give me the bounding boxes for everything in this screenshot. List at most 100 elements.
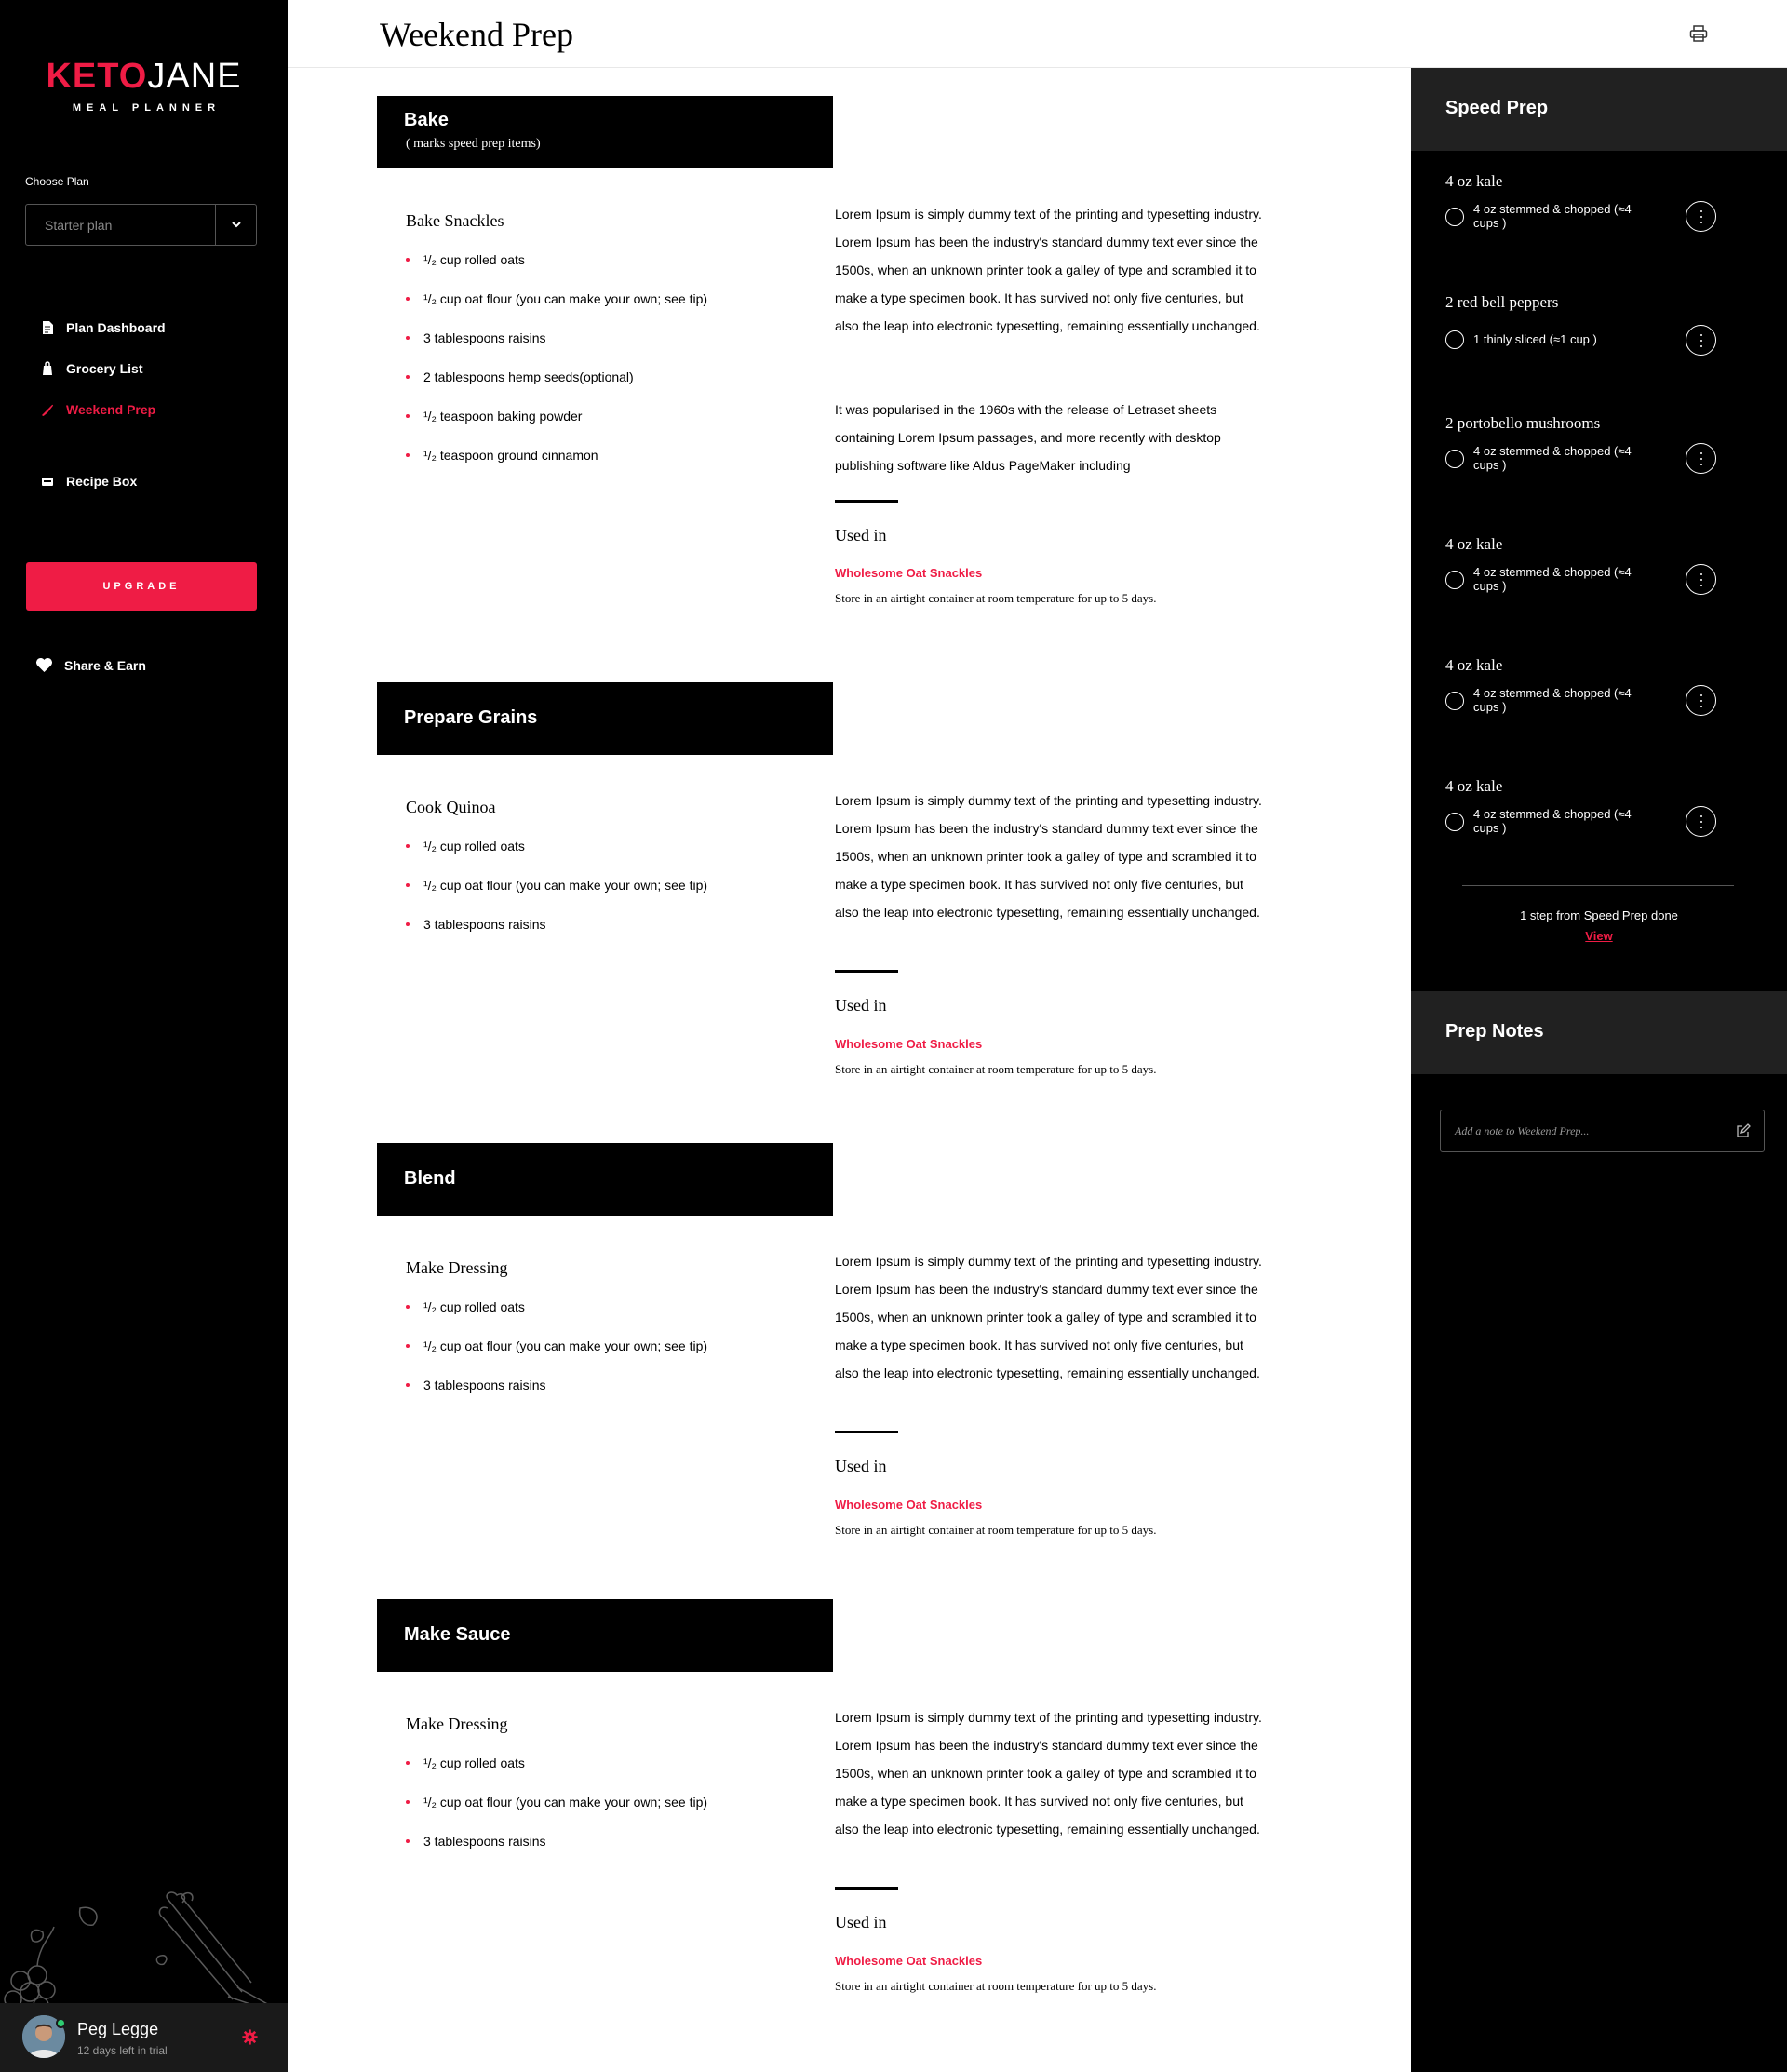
speed-prep-item-name: 4 oz kale — [1445, 777, 1503, 795]
document-icon — [43, 321, 53, 334]
grocery-bag-icon — [43, 361, 52, 375]
speed-prep-checkbox[interactable] — [1445, 208, 1464, 226]
section-header: Prepare Grains — [377, 682, 833, 755]
description-paragraph: Lorem Ipsum is simply dummy text of the … — [835, 207, 1262, 333]
plan-label: Choose Plan — [25, 175, 89, 188]
user-name: Peg Legge — [77, 2020, 159, 2038]
speed-prep-item-detail: 4 oz stemmed & chopped (≈4 cups ) — [1473, 807, 1632, 835]
used-in-label: Used in — [835, 526, 887, 545]
recipe-title: Bake Snackles — [406, 211, 504, 230]
speed-prep-item: 4 oz kale 4 oz stemmed & chopped (≈4 cup… — [1411, 172, 1787, 293]
speed-prep-checkbox[interactable] — [1445, 813, 1464, 831]
ingredient-item: ¹/₂ teaspoon baking powder — [406, 407, 707, 446]
storage-note: Store in an airtight container at room t… — [835, 591, 1157, 605]
section-title: Prepare Grains — [404, 707, 538, 728]
plan-select-value: Starter plan — [45, 218, 113, 233]
section-header: Blend — [377, 1143, 833, 1216]
ingredient-item: ¹/₂ cup oat flour (you can make your own… — [406, 1793, 707, 1832]
more-options-icon[interactable] — [1686, 564, 1716, 595]
user-bar: Peg Legge 12 days left in trial — [0, 2003, 288, 2072]
nav-item-label: Plan Dashboard — [66, 320, 166, 335]
ingredient-item: ¹/₂ cup oat flour (you can make your own… — [406, 876, 707, 915]
speed-prep-header: Speed Prep — [1411, 68, 1787, 151]
speed-prep-item: 2 red bell peppers 1 thinly sliced (≈1 c… — [1411, 293, 1787, 414]
speed-prep-checkbox[interactable] — [1445, 692, 1464, 710]
ingredient-list: ¹/₂ cup rolled oats ¹/₂ cup oat flour (y… — [406, 250, 707, 485]
storage-note: Store in an airtight container at room t… — [835, 1062, 1157, 1076]
more-options-icon[interactable] — [1686, 325, 1716, 356]
plan-select[interactable]: Starter plan — [25, 204, 257, 246]
gear-icon[interactable] — [242, 2029, 258, 2045]
print-icon[interactable] — [1689, 25, 1708, 42]
more-options-icon[interactable] — [1686, 806, 1716, 837]
prep-notes-header: Prep Notes — [1411, 991, 1787, 1074]
nav-item-recipe-box[interactable]: Recipe Box — [41, 474, 137, 489]
ingredient-item: ¹/₂ teaspoon ground cinnamon — [406, 446, 707, 485]
used-in-recipe-link[interactable]: Wholesome Oat Snackles — [835, 1954, 982, 1968]
description-paragraph: Lorem Ipsum is simply dummy text of the … — [835, 1710, 1262, 1837]
nav-item-label: Recipe Box — [66, 474, 138, 489]
speed-prep-item-name: 2 portobello mushrooms — [1445, 414, 1601, 432]
ingredient-item: ¹/₂ cup rolled oats — [406, 1298, 707, 1337]
logo-jane: JANE — [147, 57, 242, 96]
recipe-title: Make Dressing — [406, 1715, 508, 1733]
prep-note-placeholder: Add a note to Weekend Prep... — [1455, 1124, 1590, 1137]
used-in-recipe-link[interactable]: Wholesome Oat Snackles — [835, 566, 982, 580]
more-options-icon[interactable] — [1686, 685, 1716, 716]
logo-keto: KETO — [46, 57, 148, 96]
ingredient-item: ¹/₂ cup rolled oats — [406, 1754, 707, 1793]
speed-prep-item-name: 4 oz kale — [1445, 656, 1503, 674]
speed-prep-item-name: 4 oz kale — [1445, 172, 1503, 190]
trial-status: 12 days left in trial — [77, 2044, 168, 2057]
right-panel: Speed Prep 4 oz kale 4 oz stemmed & chop… — [1411, 68, 1787, 2072]
ingredient-item: 2 tablespoons hemp seeds(optional) — [406, 368, 707, 407]
share-earn-label: Share & Earn — [64, 657, 146, 673]
description-paragraph: Lorem Ipsum is simply dummy text of the … — [835, 793, 1262, 920]
speed-prep-item-detail: 4 oz stemmed & chopped (≈4 cups ) — [1473, 565, 1632, 593]
logo-subtitle: MEAL PLANNER — [72, 102, 222, 114]
nav-item-grocery-list[interactable]: Grocery List — [41, 361, 142, 376]
plan-select-toggle[interactable] — [215, 205, 256, 245]
storage-note: Store in an airtight container at room t… — [835, 1979, 1157, 1993]
description-paragraph: It was popularised in the 1960s with the… — [835, 402, 1221, 473]
speed-prep-divider — [1462, 885, 1734, 886]
prep-notes-title: Prep Notes — [1445, 1021, 1544, 1042]
share-earn-link[interactable]: Share & Earn — [35, 657, 146, 673]
used-in-recipe-link[interactable]: Wholesome Oat Snackles — [835, 1037, 982, 1051]
used-in-recipe-link[interactable]: Wholesome Oat Snackles — [835, 1498, 982, 1512]
nav-item-label: Grocery List — [66, 361, 143, 376]
section-header: Make Sauce — [377, 1599, 833, 1672]
ingredient-list: ¹/₂ cup rolled oats ¹/₂ cup oat flour (y… — [406, 1298, 707, 1415]
ingredient-item: ¹/₂ cup oat flour (you can make your own… — [406, 1337, 707, 1376]
speed-prep-checkbox[interactable] — [1445, 330, 1464, 349]
nav-item-label: Weekend Prep — [66, 402, 156, 417]
speed-prep-view-link[interactable]: View — [1411, 929, 1787, 943]
ingredient-item: 3 tablespoons raisins — [406, 329, 707, 368]
upgrade-button[interactable]: UPGRADE — [26, 562, 257, 611]
vegetable-illustration — [4, 1891, 280, 2011]
section-title: Blend — [404, 1168, 456, 1189]
more-options-icon[interactable] — [1686, 201, 1716, 232]
speed-prep-checkbox[interactable] — [1445, 450, 1464, 468]
speed-prep-item-name: 2 red bell peppers — [1445, 293, 1559, 311]
speed-prep-item-detail: 4 oz stemmed & chopped (≈4 cups ) — [1473, 202, 1632, 230]
nav-item-weekend-prep[interactable]: Weekend Prep — [41, 402, 155, 417]
speed-prep-item: 4 oz kale 4 oz stemmed & chopped (≈4 cup… — [1411, 777, 1787, 898]
page-title: Weekend Prep — [380, 16, 574, 53]
used-in-label: Used in — [835, 996, 887, 1015]
speed-prep-item-detail: 4 oz stemmed & chopped (≈4 cups ) — [1473, 686, 1632, 714]
brand-logo[interactable]: KETOJANE MEAL PLANNER — [0, 56, 288, 114]
more-options-icon[interactable] — [1686, 443, 1716, 474]
speed-prep-checkbox[interactable] — [1445, 571, 1464, 589]
prep-note-input[interactable]: Add a note to Weekend Prep... — [1440, 1110, 1765, 1152]
ingredient-item: 3 tablespoons raisins — [406, 915, 707, 954]
used-in-label: Used in — [835, 1457, 887, 1475]
section-rule — [835, 1887, 898, 1890]
recipe-title: Cook Quinoa — [406, 798, 496, 816]
section-rule — [835, 500, 898, 503]
nav-item-plan-dashboard[interactable]: Plan Dashboard — [41, 320, 166, 335]
sidebar: KETOJANE MEAL PLANNER Choose Plan Starte… — [0, 0, 288, 2072]
edit-icon[interactable] — [1736, 1123, 1751, 1138]
ingredient-list: ¹/₂ cup rolled oats ¹/₂ cup oat flour (y… — [406, 1754, 707, 1871]
used-in-label: Used in — [835, 1913, 887, 1931]
